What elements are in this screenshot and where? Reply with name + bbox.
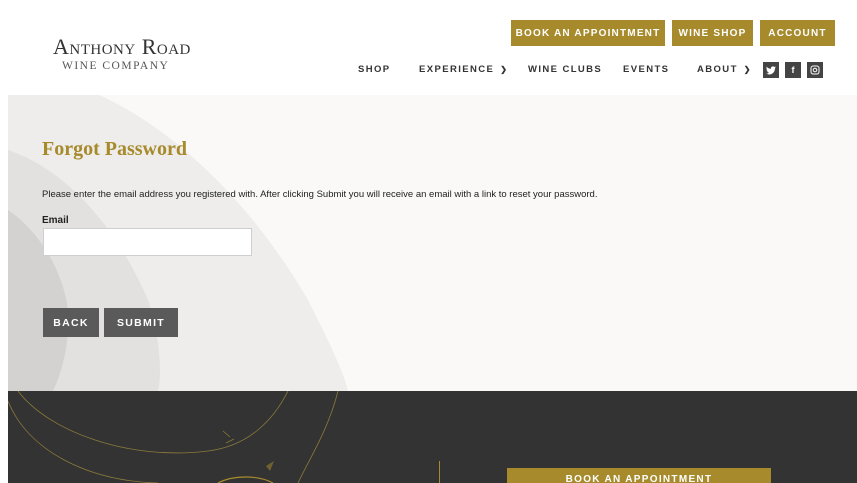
site-header: Anthony Road WINE COMPANY BOOK AN APPOIN… xyxy=(8,0,857,95)
brand-logo[interactable]: Anthony Road WINE COMPANY xyxy=(53,34,233,73)
instagram-glyph xyxy=(810,65,820,75)
email-field[interactable] xyxy=(43,228,252,256)
facebook-glyph: f xyxy=(791,65,795,75)
back-button[interactable]: BACK xyxy=(43,308,99,337)
brand-subtitle: WINE COMPANY xyxy=(62,60,170,72)
page: Anthony Road WINE COMPANY BOOK AN APPOIN… xyxy=(8,0,857,483)
nav-shop[interactable]: SHOP xyxy=(358,62,391,76)
nav-experience-label: EXPERIENCE xyxy=(419,63,495,75)
footer-divider xyxy=(439,461,440,483)
twitter-icon[interactable] xyxy=(763,62,779,78)
nav-about-label: ABOUT xyxy=(697,63,738,75)
chevron-down-icon: ❯ xyxy=(743,64,752,74)
instagram-icon[interactable] xyxy=(807,62,823,78)
facebook-icon[interactable]: f xyxy=(785,62,801,78)
nav-about[interactable]: ABOUT ❯ xyxy=(697,62,752,76)
email-label: Email xyxy=(42,215,69,226)
site-footer: BOOK AN APPOINTMENT xyxy=(8,391,857,483)
nav-events[interactable]: EVENTS xyxy=(623,62,669,76)
account-button[interactable]: ACCOUNT xyxy=(760,20,835,46)
form-description: Please enter the email address you regis… xyxy=(42,189,598,200)
nav-wine-clubs-label: WINE CLUBS xyxy=(528,63,603,75)
book-appointment-button[interactable]: BOOK AN APPOINTMENT xyxy=(511,20,665,46)
footer-book-appointment-button[interactable]: BOOK AN APPOINTMENT xyxy=(507,468,771,483)
nav-wine-clubs[interactable]: WINE CLUBS xyxy=(528,62,602,76)
submit-button[interactable]: SUBMIT xyxy=(104,308,178,337)
page-title: Forgot Password xyxy=(42,138,187,160)
nav-shop-label: SHOP xyxy=(358,63,391,75)
chevron-down-icon: ❯ xyxy=(500,64,509,74)
wine-shop-button[interactable]: WINE SHOP xyxy=(672,20,753,46)
nav-events-label: EVENTS xyxy=(623,63,670,75)
brand-name: Anthony Road xyxy=(53,34,191,59)
twitter-glyph xyxy=(766,65,776,74)
nav-experience[interactable]: EXPERIENCE ❯ xyxy=(419,62,508,76)
